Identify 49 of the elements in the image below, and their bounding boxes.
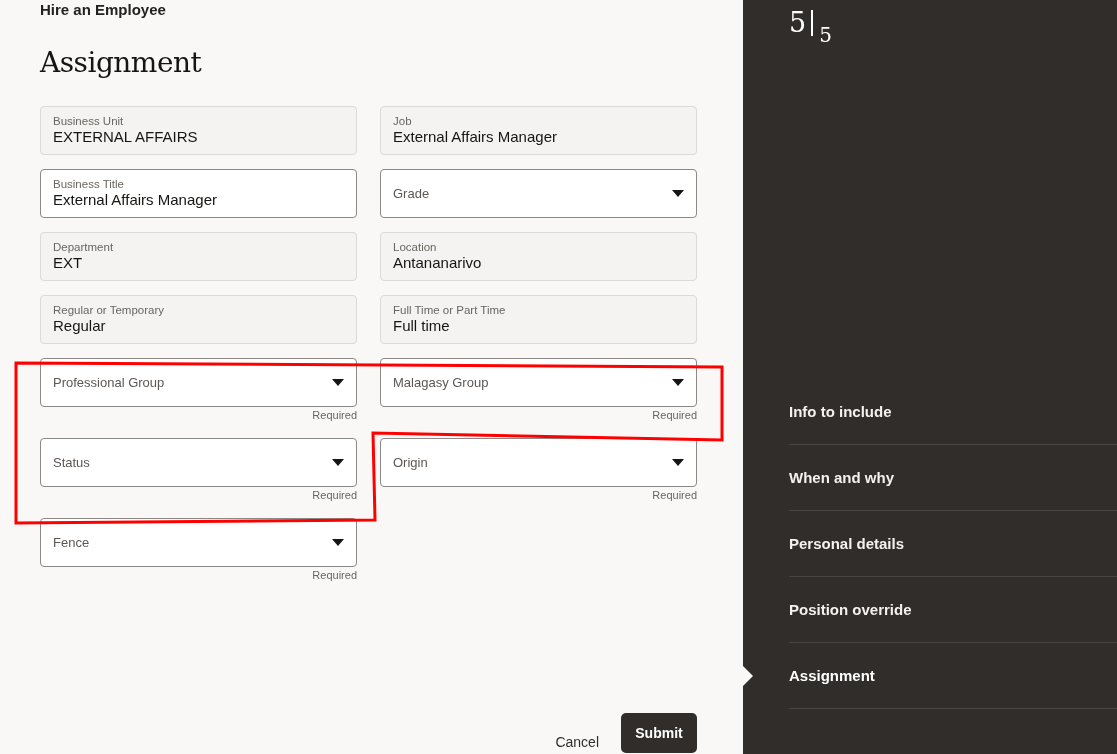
required-hint: Required [312,488,357,503]
field-value: EXT [53,254,83,272]
dropdown-field[interactable]: Status [40,438,357,487]
cancel-button[interactable]: Cancel [555,726,599,754]
text-field[interactable]: Business Title External Affairs Manager [40,169,357,218]
field-label: Origin [393,456,428,469]
required-hint: Required [312,568,357,583]
required-hint: Required [652,488,697,503]
field-label: Fence [53,536,90,549]
dropdown-field[interactable]: Fence [40,518,357,567]
field-value: Antananarivo [393,254,482,272]
dropdown-field[interactable]: Malagasy Group [380,358,697,407]
step-link[interactable]: Assignment [789,643,1117,709]
required-hint: Required [652,408,697,423]
step-number: 5 [789,7,807,39]
field-value: Full time [393,317,450,335]
field-label: Full Time or Part Time [393,304,506,317]
field-label: Regular or Temporary [53,304,164,317]
dropdown-field[interactable]: Grade [380,169,697,218]
submit-button[interactable]: Submit [621,713,697,753]
step-link[interactable]: Info to include [789,379,1117,445]
field-label: Malagasy Group [393,376,489,389]
dropdown-field[interactable]: Origin [380,438,697,487]
field-label: Grade [393,187,430,200]
caret-icon [332,539,344,546]
field-label: Location [393,241,437,254]
step-link[interactable]: Personal details [789,511,1117,577]
field-label: Business Title [53,178,124,191]
field-label: Status [53,456,90,469]
step-link[interactable]: Position override [789,577,1117,643]
caret-icon [332,459,344,466]
caret-icon [672,190,684,197]
field-value: Regular [53,317,106,335]
field-label: Department [53,241,114,254]
required-hint: Required [312,408,357,423]
field-label: Job [393,115,412,128]
breadcrumb-text: Hire an Employee [40,1,166,18]
field-value: EXTERNAL AFFAIRS [53,128,198,146]
field-value: External Affairs Manager [393,128,557,146]
step-link[interactable]: When and why [789,445,1117,511]
field-label: Business Unit [53,115,124,128]
step-total: 5 [819,23,832,47]
field-label: Professional Group [53,376,165,389]
caret-icon [672,379,684,386]
page-title: Assignment [40,46,202,79]
caret-icon [332,379,344,386]
field-value: External Affairs Manager [53,191,217,209]
dropdown-field[interactable]: Professional Group [40,358,357,407]
caret-icon [672,459,684,466]
